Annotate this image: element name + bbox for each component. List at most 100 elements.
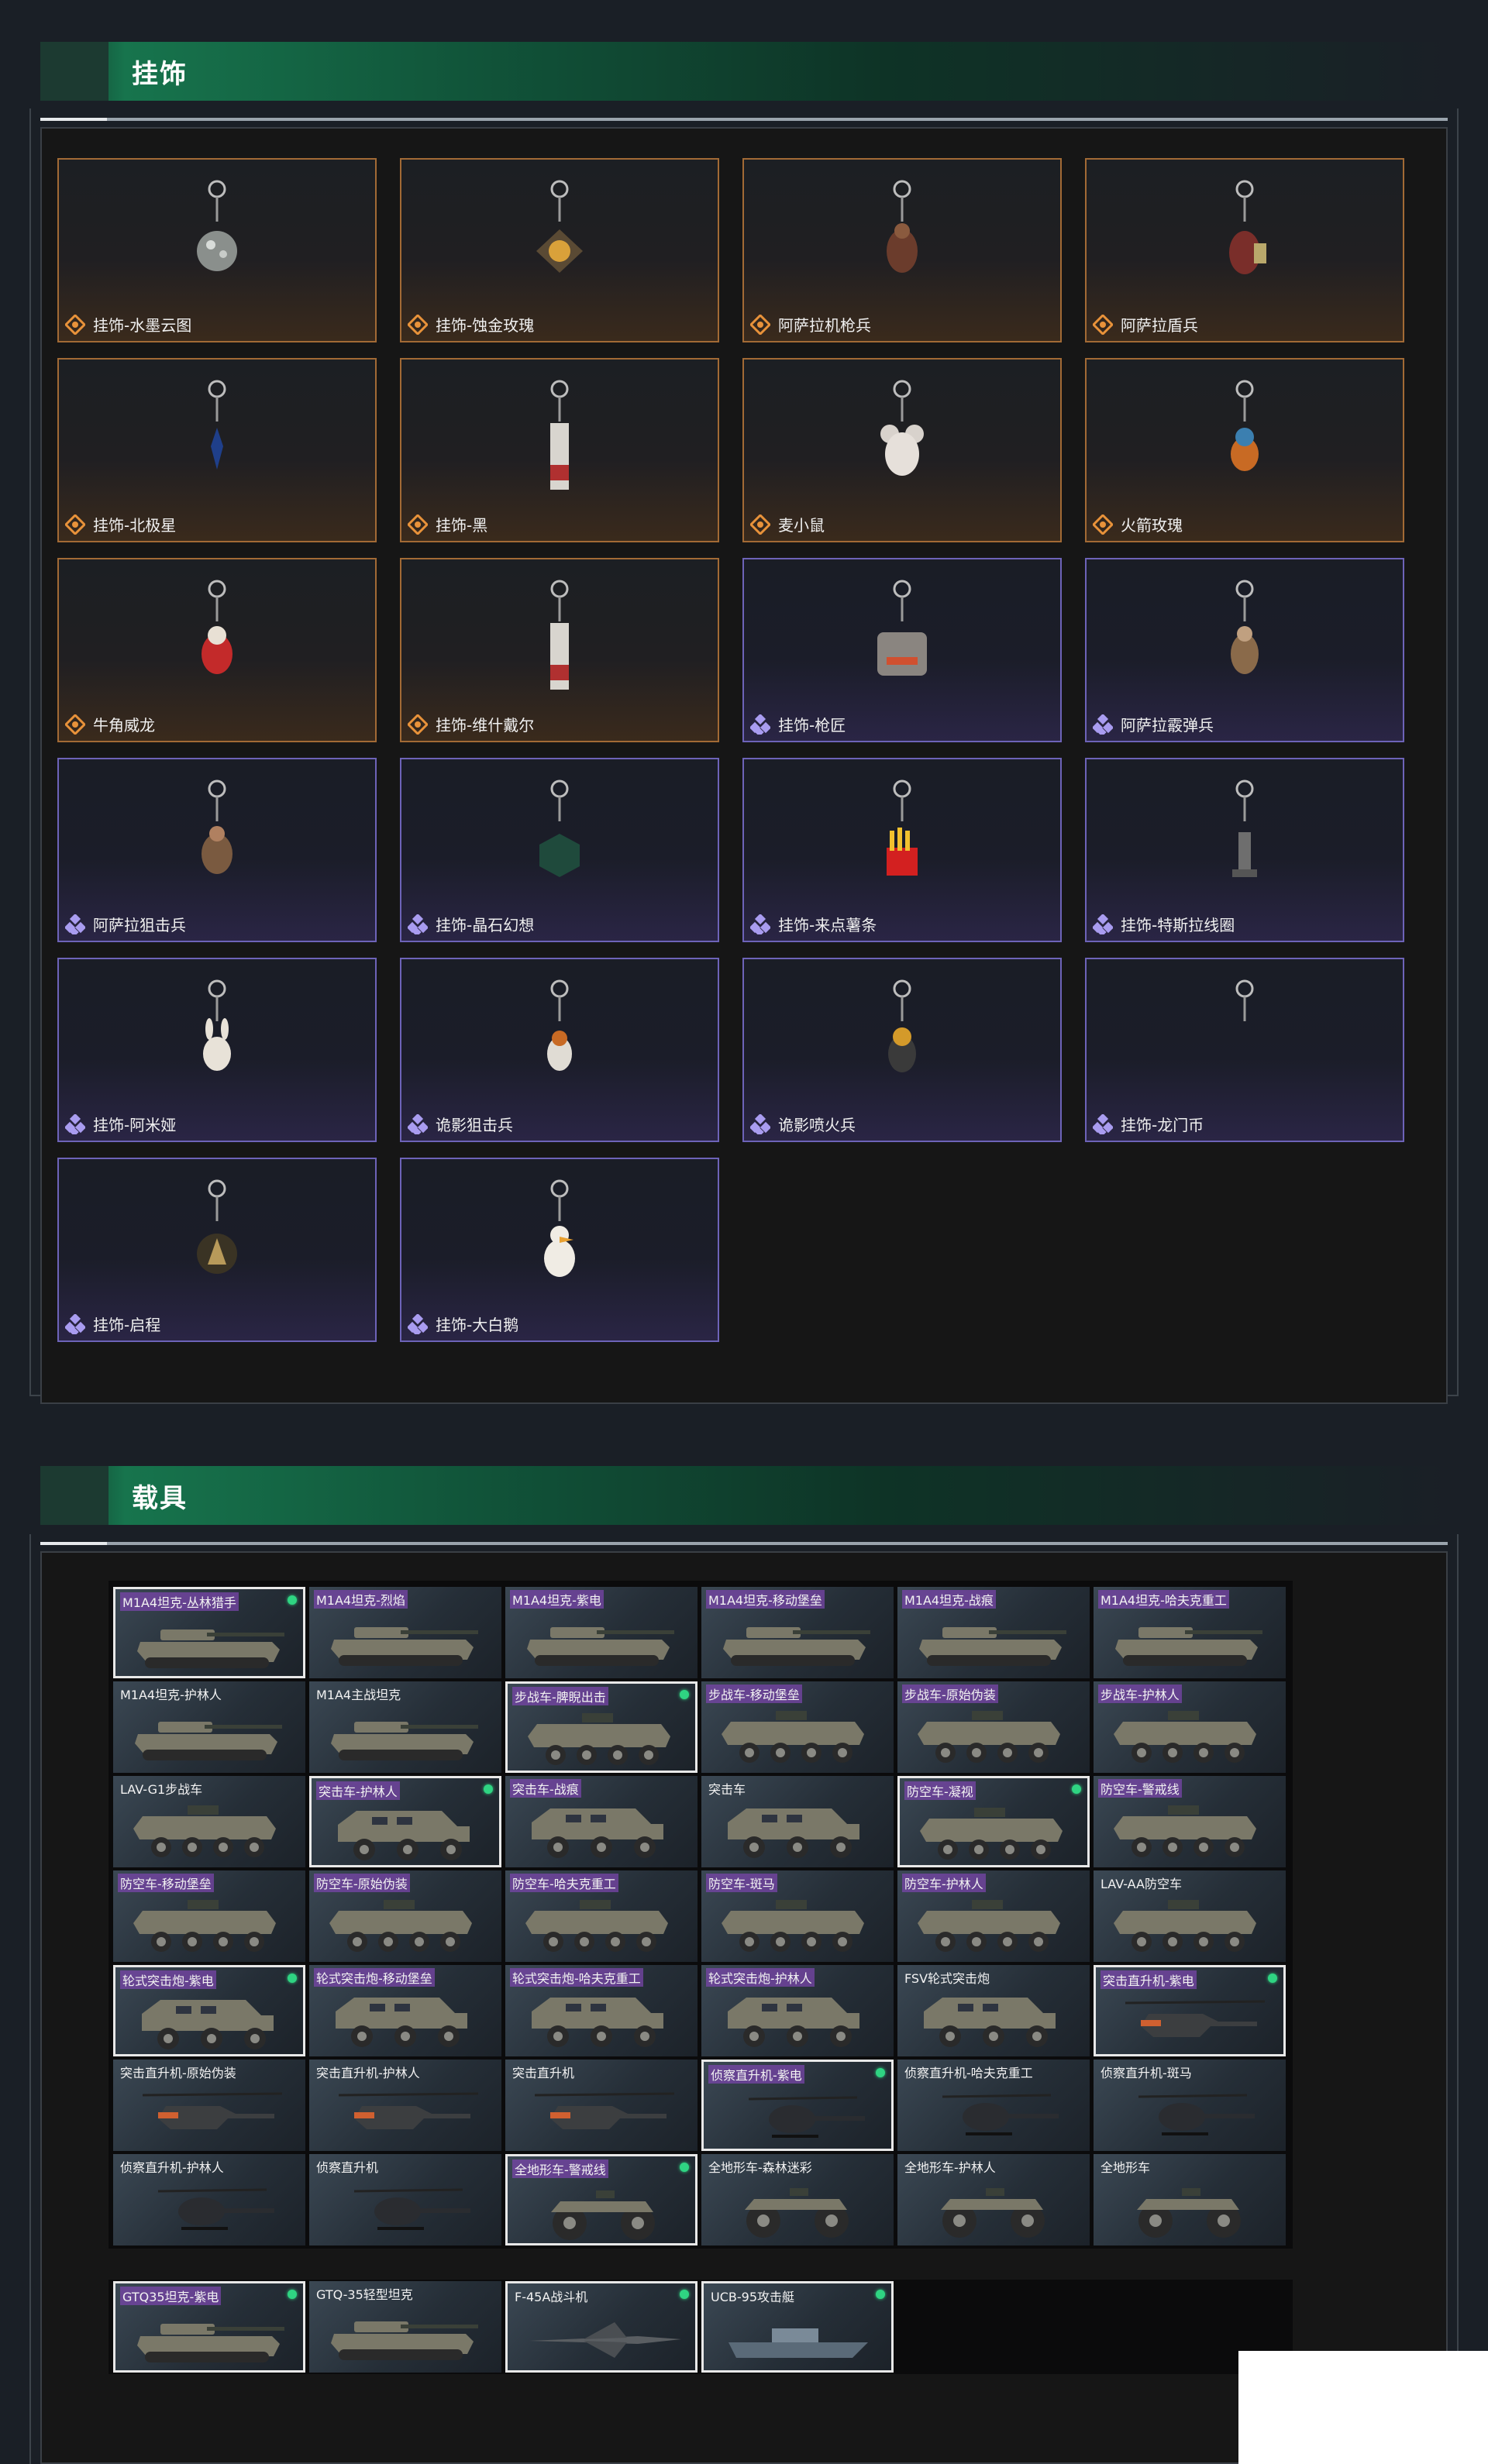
vehicle-cell[interactable]: F-45A战斗机 — [505, 2281, 698, 2373]
vehicle-cell[interactable]: M1A4坦克-哈夫克重工 — [1094, 1587, 1286, 1678]
compass-coin-pendant — [197, 1179, 237, 1274]
assault-vehicle-icon — [338, 1811, 470, 1860]
epic-rarity-icon — [1093, 714, 1113, 735]
vehicle-cell[interactable]: 突击车-战痕 — [505, 1776, 698, 1867]
pendant-card[interactable]: 阿萨拉机枪兵 — [742, 158, 1062, 342]
vehicle-name: 突击直升机-原始伪装 — [120, 2066, 236, 2080]
pendant-name: 挂饰-水墨云图 — [93, 316, 192, 335]
ifv-vehicle-icon — [722, 1711, 864, 1763]
vehicle-cell[interactable]: 防空车-哈夫克重工 — [505, 1870, 698, 1962]
vehicle-cell[interactable]: GTQ-35轻型坦克 — [309, 2281, 501, 2373]
vehicle-cell[interactable]: 全地形车-警戒线 — [505, 2154, 698, 2245]
vehicle-cell[interactable]: 轮式突击炮-移动堡垒 — [309, 1965, 501, 2056]
vehicle-cell[interactable]: 轮式突击炮-哈夫克重工 — [505, 1965, 698, 2056]
pendant-card[interactable]: 麦小鼠 — [742, 358, 1062, 542]
tank-vehicle-icon — [135, 1722, 282, 1760]
rose-emblem-pendant — [536, 180, 583, 273]
pendant-card[interactable]: 挂饰-蚀金玫瑰 — [400, 158, 719, 342]
pendant-card[interactable]: 挂饰-特斯拉线圈 — [1085, 758, 1404, 942]
pendant-card[interactable]: 阿萨拉霰弹兵 — [1085, 558, 1404, 742]
vehicle-cell[interactable]: 侦察直升机-护林人 — [113, 2154, 305, 2245]
vehicle-cell[interactable]: 轮式突击炮-护林人 — [701, 1965, 894, 2056]
vehicle-name: 轮式突击炮-哈夫克重工 — [510, 1968, 643, 1987]
pendant-card[interactable]: 挂饰-枪匠 — [742, 558, 1062, 742]
vehicle-cell[interactable]: 全地形车-护林人 — [897, 2154, 1090, 2245]
pendant-card[interactable]: 挂饰-黑 — [400, 358, 719, 542]
vehicle-cell[interactable]: M1A4主战坦克 — [309, 1681, 501, 1773]
special-vehicle-row: GTQ35坦克-紫电 GTQ-35轻型坦克 F-45A战斗机 UCB-95攻击艇 — [108, 2280, 1293, 2374]
vehicle-cell[interactable]: 全地形车-森林迷彩 — [701, 2154, 894, 2245]
vehicle-cell[interactable]: M1A4坦克-烈焰 — [309, 1587, 501, 1678]
vehicle-cell[interactable]: 侦察直升机 — [309, 2154, 501, 2245]
ifv-vehicle-icon — [133, 1805, 276, 1857]
tank-vehicle-icon — [1115, 1627, 1262, 1666]
vehicle-name: M1A4坦克-烈焰 — [314, 1590, 408, 1609]
vehicle-cell[interactable]: 突击直升机 — [505, 2060, 698, 2151]
vehicle-cell[interactable]: 步战车-脾睨出击 — [505, 1681, 698, 1773]
vehicle-cell[interactable]: 防空车-护林人 — [897, 1870, 1090, 1962]
pendant-card[interactable]: 挂饰-晶石幻想 — [400, 758, 719, 942]
legendary-rarity-icon — [408, 714, 428, 735]
vehicle-name: 突击车 — [708, 1782, 746, 1797]
vehicle-cell[interactable]: 防空车-斑马 — [701, 1870, 894, 1962]
pendant-name: 挂饰-蚀金玫瑰 — [436, 316, 535, 335]
pendant-card[interactable]: 挂饰-北极星 — [57, 358, 377, 542]
pendant-card[interactable]: 诡影狙击兵 — [400, 958, 719, 1142]
assault-vehicle-icon — [532, 1808, 663, 1858]
vehicle-cell[interactable]: LAV-AA防空车 — [1094, 1870, 1286, 1962]
bunny-pendant — [203, 979, 231, 1071]
vehicle-cell[interactable]: 侦察直升机-哈夫克重工 — [897, 2060, 1090, 2151]
pendant-card[interactable]: 挂饰-维什戴尔 — [400, 558, 719, 742]
ifv-vehicle-icon — [133, 1900, 276, 1952]
vehicle-cell[interactable]: 突击车-护林人 — [309, 1776, 501, 1867]
vehicle-cell[interactable]: 防空车-凝视 — [897, 1776, 1090, 1867]
pendant-name: 阿萨拉机枪兵 — [778, 316, 871, 335]
owned-indicator-icon — [1268, 1974, 1277, 1983]
vehicle-cell[interactable]: M1A4坦克-战痕 — [897, 1587, 1090, 1678]
epic-rarity-icon — [408, 1314, 428, 1334]
vehicle-cell[interactable]: LAV-G1步战车 — [113, 1776, 305, 1867]
vehicle-name: 步战车-护林人 — [1098, 1685, 1182, 1703]
pendant-card[interactable]: 阿萨拉狙击兵 — [57, 758, 377, 942]
legendary-rarity-icon — [65, 315, 85, 335]
pendant-card[interactable]: 挂饰-启程 — [57, 1158, 377, 1342]
vehicle-cell[interactable]: M1A4坦克-护林人 — [113, 1681, 305, 1773]
pendant-card[interactable]: 挂饰-阿米娅 — [57, 958, 377, 1142]
vehicle-cell[interactable]: UCB-95攻击艇 — [701, 2281, 894, 2373]
vehicle-name: UCB-95攻击艇 — [711, 2290, 794, 2304]
vehicle-cell[interactable]: FSV轮式突击炮 — [897, 1965, 1090, 2056]
vehicle-cell[interactable]: 步战车-原始伪装 — [897, 1681, 1090, 1773]
pendant-card[interactable]: 挂饰-来点薯条 — [742, 758, 1062, 942]
ifv-vehicle-icon — [1114, 1900, 1256, 1952]
vehicle-cell[interactable]: 侦察直升机-斑马 — [1094, 2060, 1286, 2151]
vehicle-cell[interactable]: M1A4坦克-丛林猎手 — [113, 1587, 305, 1678]
vehicle-cell[interactable]: 突击直升机-护林人 — [309, 2060, 501, 2151]
vehicle-cell[interactable]: 轮式突击炮-紫电 — [113, 1965, 305, 2056]
vehicle-cell[interactable]: 防空车-警戒线 — [1094, 1776, 1286, 1867]
vehicle-name: F-45A战斗机 — [515, 2290, 588, 2304]
pendant-card[interactable]: 阿萨拉盾兵 — [1085, 158, 1404, 342]
vehicle-cell[interactable]: 步战车-移动堡垒 — [701, 1681, 894, 1773]
vehicle-cell[interactable]: M1A4坦克-移动堡垒 — [701, 1587, 894, 1678]
pendant-card[interactable]: 诡影喷火兵 — [742, 958, 1062, 1142]
vehicle-cell[interactable]: GTQ35坦克-紫电 — [113, 2281, 305, 2373]
smallheli-vehicle-icon — [157, 2188, 274, 2230]
vehicle-cell[interactable]: 突击直升机-原始伪装 — [113, 2060, 305, 2151]
legendary-rarity-icon — [1093, 514, 1113, 535]
vehicle-name: M1A4主战坦克 — [316, 1688, 401, 1702]
pendant-card[interactable]: 牛角威龙 — [57, 558, 377, 742]
vehicle-cell[interactable]: 防空车-移动堡垒 — [113, 1870, 305, 1962]
pendant-card[interactable]: 挂饰-龙门币 — [1085, 958, 1404, 1142]
owned-indicator-icon — [288, 2290, 297, 2299]
vehicle-cell[interactable]: 突击直升机-紫电 — [1094, 1965, 1286, 2056]
vehicle-cell[interactable]: 步战车-护林人 — [1094, 1681, 1286, 1773]
vehicle-cell[interactable]: 防空车-原始伪装 — [309, 1870, 501, 1962]
pendant-card[interactable]: 火箭玫瑰 — [1085, 358, 1404, 542]
ifv-vehicle-icon — [528, 1713, 670, 1765]
pendant-card[interactable]: 挂饰-大白鹅 — [400, 1158, 719, 1342]
vehicle-cell[interactable]: M1A4坦克-紫电 — [505, 1587, 698, 1678]
vehicle-cell[interactable]: 突击车 — [701, 1776, 894, 1867]
vehicle-cell[interactable]: 侦察直升机-紫电 — [701, 2060, 894, 2151]
vehicle-cell[interactable]: 全地形车 — [1094, 2154, 1286, 2245]
pendant-card[interactable]: 挂饰-水墨云图 — [57, 158, 377, 342]
